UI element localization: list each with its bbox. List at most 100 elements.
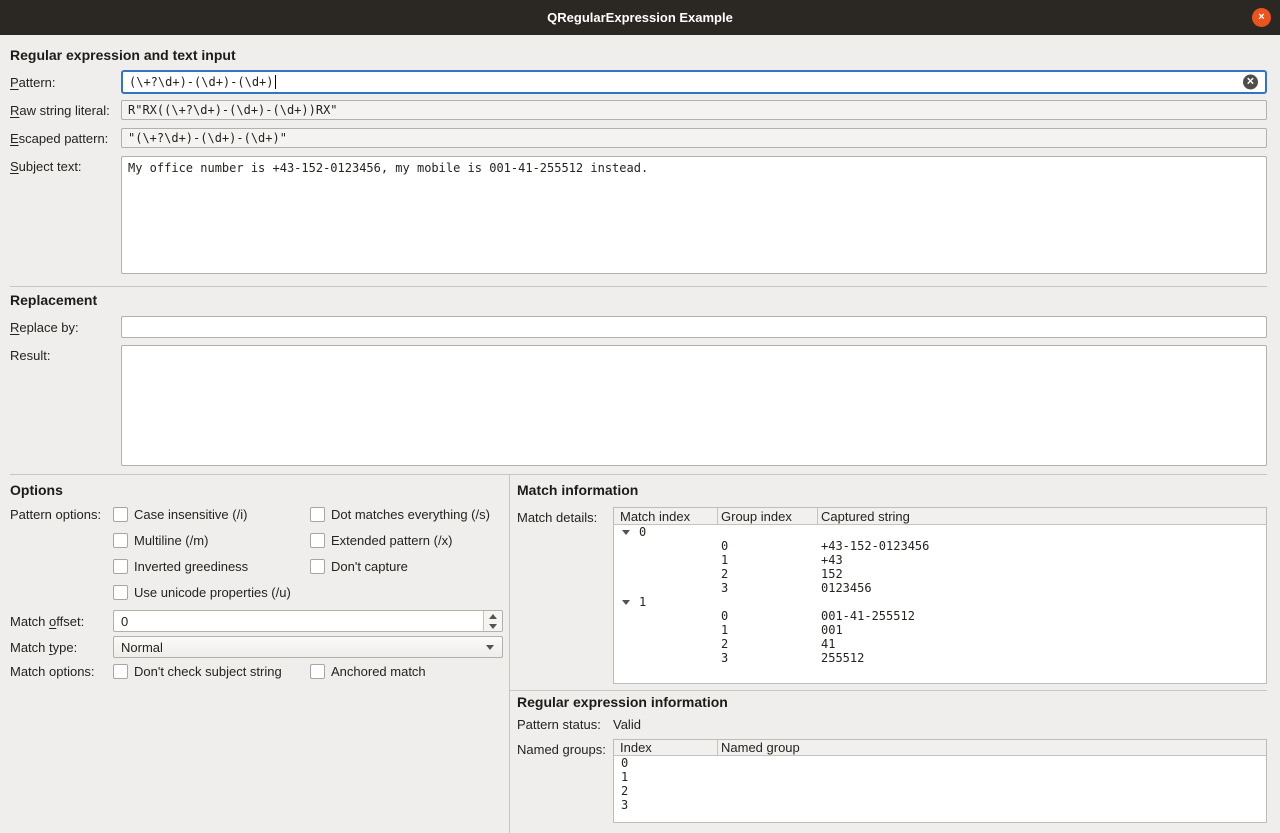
tree-body: 00+43-152-01234561+4321523012345610001-4… <box>614 525 1266 684</box>
tree-cell <box>718 525 818 539</box>
checkbox-label: Inverted greediness <box>134 559 248 574</box>
subject-text-area[interactable]: My office number is +43-152-0123456, my … <box>121 156 1267 274</box>
raw-string-field[interactable]: R"RX((\+?\d+)-(\d+)-(\d+))RX" <box>121 100 1267 120</box>
group-index: 2 <box>718 567 818 581</box>
spin-up-button[interactable] <box>484 611 502 621</box>
column-header-named-group[interactable]: Named group <box>718 740 1266 755</box>
checkbox-case-insensitive-i[interactable]: Case insensitive (/i) <box>113 507 310 522</box>
tree-cell: 0 <box>614 525 718 539</box>
match-details-row: Match details: Match index Group index C… <box>517 507 1267 684</box>
checkbox-multiline-m[interactable]: Multiline (/m) <box>113 533 310 548</box>
tree-cell <box>614 623 718 637</box>
checkbox-label: Dot matches everything (/s) <box>331 507 490 522</box>
checkbox-box[interactable] <box>310 664 325 679</box>
checkbox-inverted-greediness[interactable]: Inverted greediness <box>113 559 310 574</box>
checkbox-box[interactable] <box>310 559 325 574</box>
match-type-row: Match type: Normal <box>10 636 509 658</box>
tree-cell: 1 <box>614 595 718 609</box>
pattern-status-row: Pattern status: Valid <box>517 716 1267 732</box>
arrow-down-icon <box>489 624 497 629</box>
bottom-panels: Options Pattern options: Case insensitiv… <box>10 475 1267 833</box>
pattern-label: Pattern: <box>10 75 121 90</box>
checkbox-anchored-match[interactable]: Anchored match <box>310 664 509 679</box>
close-button[interactable]: × <box>1252 8 1271 27</box>
tree-cell <box>614 609 718 623</box>
expand-arrow-icon[interactable] <box>622 600 630 605</box>
table-row[interactable]: 0 <box>614 756 1266 770</box>
checkbox-box[interactable] <box>310 507 325 522</box>
tree-row-group[interactable]: 1001 <box>614 623 1266 637</box>
checkbox-use-unicode-properties-u[interactable]: Use unicode properties (/u) <box>113 585 310 600</box>
tree-row-match[interactable]: 0 <box>614 525 1266 539</box>
pattern-row: Pattern: (\+?\d+)-(\d+)-(\d+) ✕ <box>10 70 1267 94</box>
checkbox-dot-matches-everything-s[interactable]: Dot matches everything (/s) <box>310 507 509 522</box>
column-header-captured-string[interactable]: Captured string <box>818 508 1266 524</box>
titlebar[interactable]: QRegularExpression Example × <box>0 0 1280 35</box>
group-index: 3 <box>718 581 818 595</box>
tree-row-group[interactable]: 2152 <box>614 567 1266 581</box>
group-index: 1 <box>718 553 818 567</box>
clear-icon[interactable]: ✕ <box>1243 75 1258 90</box>
expand-arrow-icon[interactable] <box>622 530 630 535</box>
named-groups-label: Named groups: <box>517 739 613 757</box>
captured-string: 001 <box>818 623 1266 637</box>
subject-text-label: Subject text: <box>10 156 121 174</box>
tree-cell <box>614 637 718 651</box>
table-header: Index Named group <box>614 740 1266 756</box>
checkbox-don-t-capture[interactable]: Don't capture <box>310 559 509 574</box>
tree-row-match[interactable]: 1 <box>614 595 1266 609</box>
match-options-row: Match options: Don't check subject strin… <box>10 664 509 679</box>
checkbox-label: Multiline (/m) <box>134 533 208 548</box>
tree-row-group[interactable]: 1+43 <box>614 553 1266 567</box>
spin-down-button[interactable] <box>484 621 502 631</box>
tree-cell <box>614 581 718 595</box>
column-header-group-index[interactable]: Group index <box>718 508 818 524</box>
match-type-value: Normal <box>121 640 163 655</box>
tree-cell <box>614 539 718 553</box>
named-group-name <box>718 784 1266 798</box>
section-title-input: Regular expression and text input <box>10 47 1267 63</box>
table-row[interactable]: 2 <box>614 784 1266 798</box>
section-title-regexp-info: Regular expression information <box>517 694 1267 710</box>
checkbox-box[interactable] <box>113 507 128 522</box>
match-type-combobox[interactable]: Normal <box>113 636 503 658</box>
checkbox-box[interactable] <box>310 533 325 548</box>
table-row[interactable]: 1 <box>614 770 1266 784</box>
divider <box>10 286 1267 287</box>
captured-string: 255512 <box>818 651 1266 665</box>
tree-cell <box>614 567 718 581</box>
checkbox-don-t-check-subject-string[interactable]: Don't check subject string <box>113 664 310 679</box>
checkbox-box[interactable] <box>113 585 128 600</box>
replace-by-input[interactable] <box>121 316 1267 338</box>
checkbox-extended-pattern-x[interactable]: Extended pattern (/x) <box>310 533 509 548</box>
match-details-tree[interactable]: Match index Group index Captured string … <box>613 507 1267 684</box>
checkbox-label: Case insensitive (/i) <box>134 507 247 522</box>
column-header-index[interactable]: Index <box>614 740 718 755</box>
escaped-pattern-field[interactable]: "(\+?\d+)-(\d+)-(\d+)" <box>121 128 1267 148</box>
checkbox-box[interactable] <box>113 533 128 548</box>
checkbox-box[interactable] <box>113 559 128 574</box>
named-groups-table[interactable]: Index Named group 0123 <box>613 739 1267 823</box>
tree-row-group[interactable]: 241 <box>614 637 1266 651</box>
table-row[interactable]: 3 <box>614 798 1266 812</box>
pattern-input[interactable]: (\+?\d+)-(\d+)-(\d+) ✕ <box>121 70 1267 94</box>
result-area[interactable] <box>121 345 1267 466</box>
tree-row-group[interactable]: 0001-41-255512 <box>614 609 1266 623</box>
checkbox-label: Don't check subject string <box>134 664 282 679</box>
captured-string: 001-41-255512 <box>818 609 1266 623</box>
column-header-match-index[interactable]: Match index <box>614 508 718 524</box>
tree-row-group[interactable]: 0+43-152-0123456 <box>614 539 1266 553</box>
match-type-label: Match type: <box>10 640 113 655</box>
tree-row-group[interactable]: 3255512 <box>614 651 1266 665</box>
window-title: QRegularExpression Example <box>547 10 733 25</box>
checkbox-box[interactable] <box>113 664 128 679</box>
pattern-options-label: Pattern options: <box>10 507 113 522</box>
tree-cell <box>614 651 718 665</box>
match-offset-spinbox[interactable]: 0 <box>113 610 503 632</box>
captured-string: 41 <box>818 637 1266 651</box>
tree-cell <box>818 595 1266 609</box>
tree-row-group[interactable]: 30123456 <box>614 581 1266 595</box>
options-panel: Options Pattern options: Case insensitiv… <box>10 475 509 833</box>
arrow-up-icon <box>489 614 497 619</box>
app-window: QRegularExpression Example × Regular exp… <box>0 0 1280 833</box>
